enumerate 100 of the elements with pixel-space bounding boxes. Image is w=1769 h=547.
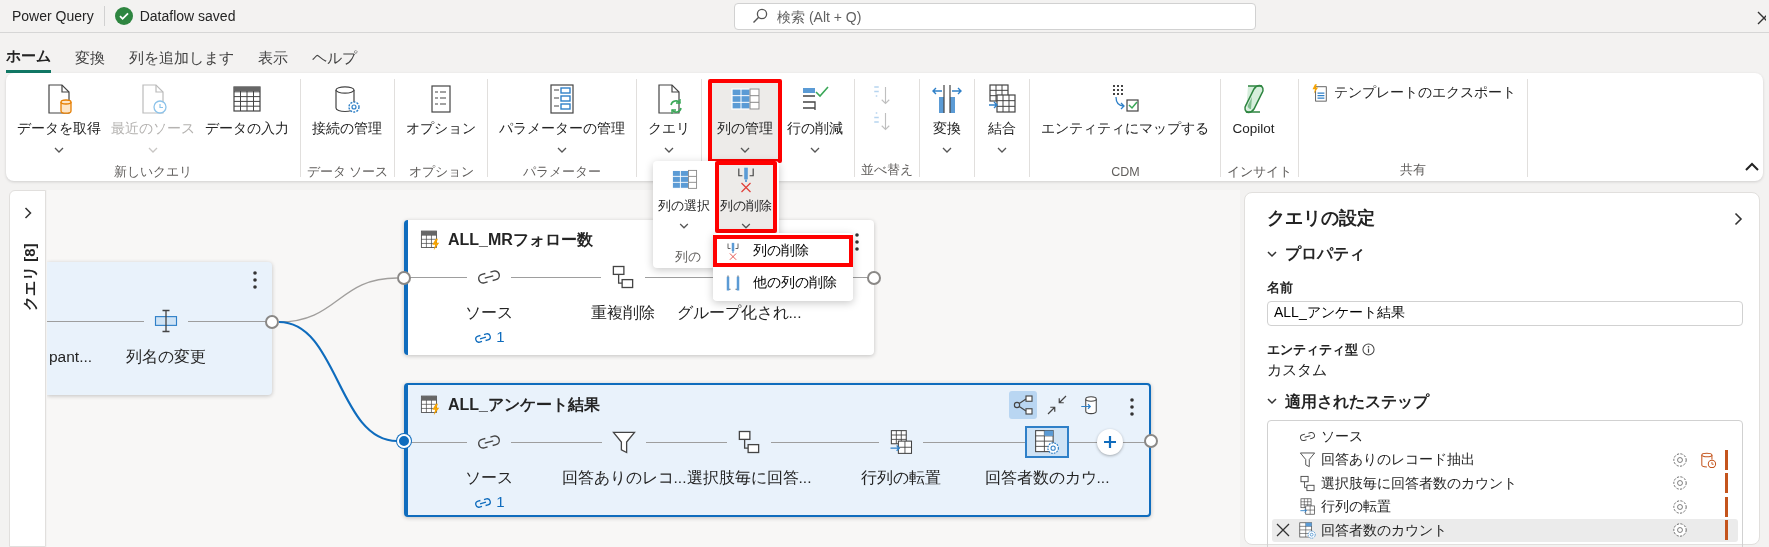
column-rename-icon — [152, 307, 180, 335]
ribbon-button[interactable]: エンティティにマップする — [1036, 79, 1215, 163]
ribbon-tab[interactable]: 変換 — [75, 41, 105, 73]
output-port[interactable] — [1144, 434, 1158, 448]
filter-icon — [1298, 450, 1317, 470]
settings-icon[interactable] — [1671, 521, 1689, 540]
output-port[interactable] — [265, 315, 279, 329]
table-icon — [231, 83, 263, 115]
ribbon-button[interactable]: オプション — [401, 79, 482, 163]
menu-item[interactable]: 他の列の削除 — [713, 267, 853, 299]
table-gear-icon — [1298, 520, 1317, 540]
step-label[interactable]: 列名の変更 — [126, 345, 206, 369]
query-card[interactable]: pant... 列名の変更 — [47, 262, 272, 395]
more-icon[interactable] — [854, 232, 860, 252]
applied-step[interactable]: 行列の転置 — [1272, 495, 1738, 519]
query-title: ALL_アンケート結果 — [448, 395, 600, 415]
query-title: ALL_MRフォロー数 — [448, 230, 593, 250]
plus-icon — [1103, 435, 1117, 449]
table-merge-icon — [986, 83, 1019, 115]
section-heading[interactable]: 適用されたステップ — [1285, 389, 1429, 414]
database-clock-icon[interactable] — [1699, 450, 1717, 469]
ribbon-tab[interactable]: 表示 — [258, 41, 288, 73]
step-label[interactable]: 重複削除 — [591, 301, 655, 325]
chevron-down-icon[interactable] — [1267, 250, 1277, 258]
ribbon-tab[interactable]: ヘルプ — [312, 41, 357, 73]
group-label: データ ソース — [307, 164, 389, 179]
search-field[interactable]: 検索 (Alt + Q) — [734, 3, 1256, 30]
output-port[interactable] — [867, 271, 881, 285]
settings-icon[interactable] — [1671, 450, 1689, 469]
close-icon[interactable] — [1757, 11, 1766, 25]
delete-icon[interactable] — [1276, 523, 1290, 538]
app-title: Power Query — [12, 6, 94, 26]
ribbon-button[interactable]: 列の削除 — [715, 161, 777, 233]
applied-step[interactable]: 回答ありのレコード抽出 — [1272, 448, 1738, 472]
ribbon-button[interactable]: Copilot — [1227, 79, 1280, 163]
collapse-ribbon-icon[interactable] — [1745, 162, 1759, 171]
flow-boxes-icon — [1298, 473, 1317, 493]
settings-icon[interactable] — [1671, 497, 1689, 516]
toolbar-button[interactable] — [1009, 391, 1037, 419]
ribbon-button[interactable]: クエリ — [643, 79, 696, 163]
step-label[interactable]: ソース — [465, 466, 513, 490]
field-label: エンティティ型 — [1267, 340, 1358, 359]
ribbon-button[interactable]: 接続の管理 — [307, 79, 387, 163]
field-value: カスタム — [1267, 360, 1328, 380]
query-card[interactable]: ALL_アンケート結果 ソース 1 回答ありのレコ...選択肢毎に回答... 行列の転置 回答者数のカウ... — [404, 383, 1151, 517]
group-label: 共有 — [1399, 162, 1428, 177]
section-heading[interactable]: プロパティ — [1285, 242, 1365, 266]
ribbon-button[interactable]: 結合 — [981, 79, 1024, 163]
step-label[interactable]: 回答ありのレコ... — [561, 466, 687, 490]
ribbon-tab[interactable]: 列を追加します — [129, 41, 234, 73]
link-count[interactable]: 1 — [473, 326, 505, 349]
group-label: 新しいクエリ — [113, 164, 193, 179]
chevron-down-icon[interactable] — [1267, 398, 1277, 405]
applied-step[interactable]: ソース — [1272, 424, 1738, 448]
collapse-arrows-icon — [1045, 393, 1069, 417]
add-step-button[interactable] — [1097, 429, 1123, 455]
ribbon-button[interactable]: 行の削減 — [782, 79, 849, 163]
input-port[interactable] — [397, 271, 411, 285]
applied-step[interactable]: 選択肢毎に回答者数のカウント — [1272, 471, 1738, 495]
step-label[interactable]: ソース — [465, 301, 513, 325]
step-label[interactable]: pant... — [47, 345, 93, 369]
ribbon-button[interactable]: データの入力 — [200, 79, 294, 163]
link-count[interactable]: 1 — [473, 491, 505, 514]
step-label[interactable]: グループ化され... — [676, 301, 802, 325]
table-lightning-icon — [420, 229, 442, 251]
search-icon — [752, 8, 768, 24]
more-icon[interactable] — [1129, 397, 1135, 417]
group-label: 列の — [675, 249, 701, 264]
chevron-right-icon[interactable] — [24, 207, 32, 219]
group-label: オプション — [408, 164, 475, 179]
chevron-right-icon[interactable] — [1734, 211, 1743, 226]
ribbon-button[interactable]: 変換 — [926, 79, 969, 163]
ribbon-button[interactable]: データを取得 — [12, 79, 106, 163]
settings-icon[interactable] — [1671, 474, 1689, 493]
step-label[interactable]: 行列の転置 — [861, 466, 941, 490]
check-circle-icon — [114, 7, 133, 25]
save-status: Dataflow saved — [139, 6, 236, 26]
step-label[interactable]: 回答者数のカウ... — [984, 466, 1110, 490]
queries-pane-label[interactable]: クエリ [8] — [18, 243, 41, 311]
step-name: 回答ありのレコード抽出 — [1321, 450, 1475, 470]
step-name: 選択肢毎に回答者数のカウント — [1321, 473, 1517, 493]
table-lightning-icon — [420, 394, 442, 416]
group-label: 並べ替え — [861, 162, 914, 177]
step-label[interactable]: 選択肢毎に回答... — [686, 466, 812, 490]
name-field[interactable]: ALL_アンケート結果 — [1267, 300, 1743, 326]
split-arrows-icon — [931, 83, 964, 115]
group-label: パラメーター — [522, 164, 603, 179]
panel-title: クエリの設定 — [1267, 207, 1375, 230]
info-icon[interactable] — [1362, 342, 1375, 356]
menu-item[interactable]: 列の削除 — [713, 235, 853, 267]
nodes-icon — [1011, 393, 1035, 417]
applied-step[interactable]: 回答者数のカウント — [1272, 518, 1738, 542]
ribbon-button[interactable]: パラメーターの管理 — [494, 79, 631, 163]
field-label: 名前 — [1267, 279, 1294, 297]
table-gear-icon — [1033, 428, 1061, 456]
group-label: インサイト — [1227, 164, 1293, 179]
more-icon[interactable] — [252, 270, 258, 290]
ribbon-button[interactable]: テンプレートのエクスポート — [1305, 79, 1522, 105]
step-name: ソース — [1321, 426, 1363, 446]
ribbon-button[interactable]: 列の管理 — [708, 79, 783, 163]
